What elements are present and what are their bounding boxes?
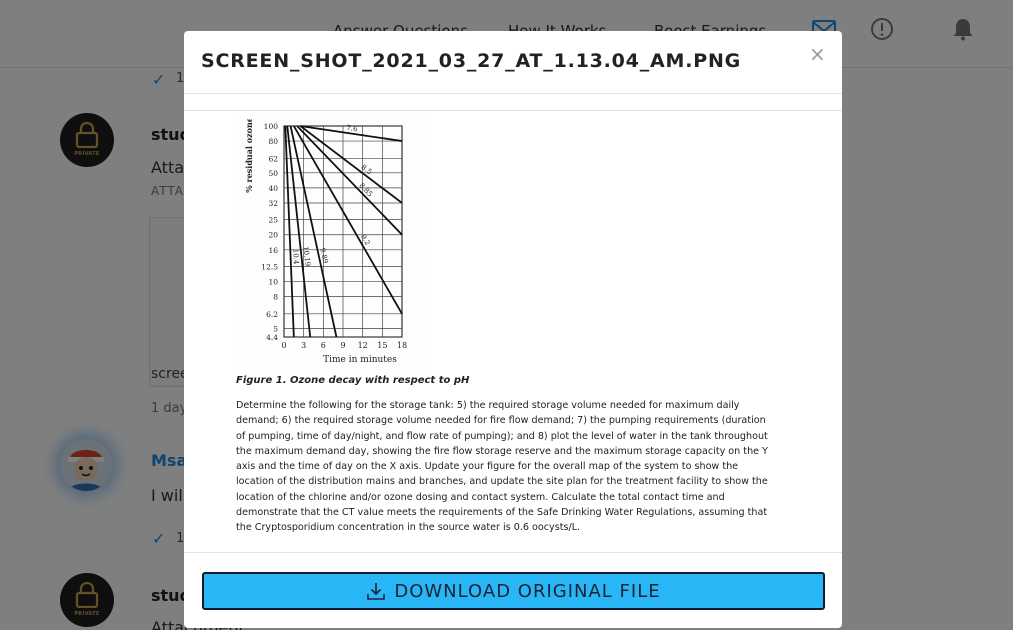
modal-title: SCREEN_SHOT_2021_03_27_AT_1.13.04_AM.PNG: [201, 50, 742, 72]
download-button-label: DOWNLOAD ORIGINAL FILE: [394, 580, 661, 602]
header-divider: [184, 93, 842, 94]
chart-y-tick-label: 12.5: [261, 262, 278, 271]
chart-y-tick-label: 10: [268, 278, 278, 287]
chart-y-tick-label: 6.2: [266, 310, 278, 319]
chart-y-axis-label: % residual ozone: [244, 119, 254, 193]
chart-x-tick-label: 15: [377, 341, 387, 350]
chart-x-tick-label: 6: [321, 341, 326, 350]
chart-y-tick-label: 100: [264, 122, 279, 131]
chart-x-tick-label: 9: [340, 341, 345, 350]
chart-series-label: 10.4: [291, 249, 300, 265]
chart-y-tick-label: 8: [273, 293, 278, 302]
chart-y-tick-label: 50: [268, 169, 278, 178]
download-icon: [367, 583, 386, 600]
ozone-decay-chart: 7.68.58.859.29.8910.1910.4 0 3 6 9 12 15 18100…: [232, 119, 432, 369]
image-preview: 7.6 8.5 8.85 9.2 9.89 10.19 10.4 0 3 6 9 12 15 18 100…: [232, 119, 772, 539]
file-preview-modal: SCREEN_SHOT_2021_03_27_AT_1.13.04_AM.PNG…: [184, 31, 842, 628]
figure-caption: Figure 1. Ozone decay with respect to pH: [236, 375, 470, 386]
chart-x-tick-label: 3: [301, 341, 306, 350]
document-paragraph: Determine the following for the storage …: [236, 400, 768, 534]
chart-y-tick-label: 4.4: [266, 333, 278, 342]
chart-y-tick-label: 20: [268, 231, 278, 240]
chart-y-tick-label: 40: [268, 184, 278, 193]
download-original-file-button[interactable]: DOWNLOAD ORIGINAL FILE: [202, 572, 825, 610]
chart-y-tick-label: 62: [268, 154, 278, 163]
chart-y-tick-label: 16: [268, 246, 278, 255]
preview-top-divider: [184, 110, 842, 111]
close-icon[interactable]: ×: [809, 44, 826, 64]
chart-x-axis-label: Time in minutes: [323, 355, 397, 365]
chart-x-tick-label: 18: [397, 341, 407, 350]
footer-divider: [184, 552, 842, 553]
chart-y-tick-label: 25: [268, 216, 278, 225]
chart-series-label: 7.6: [346, 124, 359, 134]
chart-y-tick-label: 80: [268, 137, 278, 146]
chart-x-tick-label: 0: [281, 341, 286, 350]
chart-y-tick-label: 32: [268, 199, 278, 208]
chart-x-tick-label: 12: [358, 341, 368, 350]
chart-y-tick-label: 5: [273, 324, 278, 333]
